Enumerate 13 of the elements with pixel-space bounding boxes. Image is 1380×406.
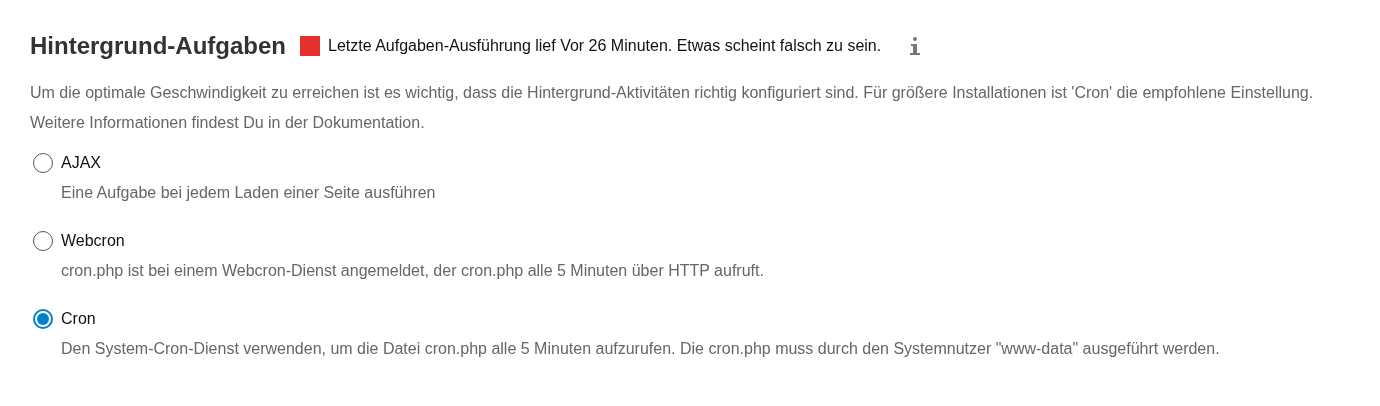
option-hint: Eine Aufgabe bei jedem Laden einer Seite ausführen [60, 183, 437, 203]
section-description: Um die optimale Geschwindigkeit zu erreichen ist es wichtig, dass die Hintergrund-Aktivitäten richtig konfiguriert sind. Für größere Installationen ist 'Cron' die empfohlene Einstellung. Weitere Informationen findest Du in der Dokumentation. [30, 83, 1315, 133]
option-hint: cron.php ist bei einem Webcron-Dienst angemeldet, der cron.php alle 5 Minuten über HTTP aufruft. [60, 261, 765, 281]
info-icon[interactable] [909, 36, 922, 56]
radio-button[interactable] [33, 231, 53, 251]
status-message: Letzte Aufgaben-Ausführung lief Vor 26 Minuten. Etwas scheint falsch zu sein. [328, 36, 882, 56]
option-label[interactable]: Cron [61, 307, 96, 331]
option-hint: Den System-Cron-Dienst verwenden, um die Datei cron.php alle 5 Minuten aufzurufen. Die cron.php muss durch den Systemnutzer "www-data" ausgeführt werden. [60, 339, 1221, 359]
radio-button[interactable] [33, 309, 53, 329]
radio-button[interactable] [33, 153, 53, 173]
section-title: Hintergrund-Aufgaben [30, 31, 286, 61]
option-label[interactable]: Webcron [61, 229, 125, 253]
option-label[interactable]: AJAX [61, 151, 101, 175]
